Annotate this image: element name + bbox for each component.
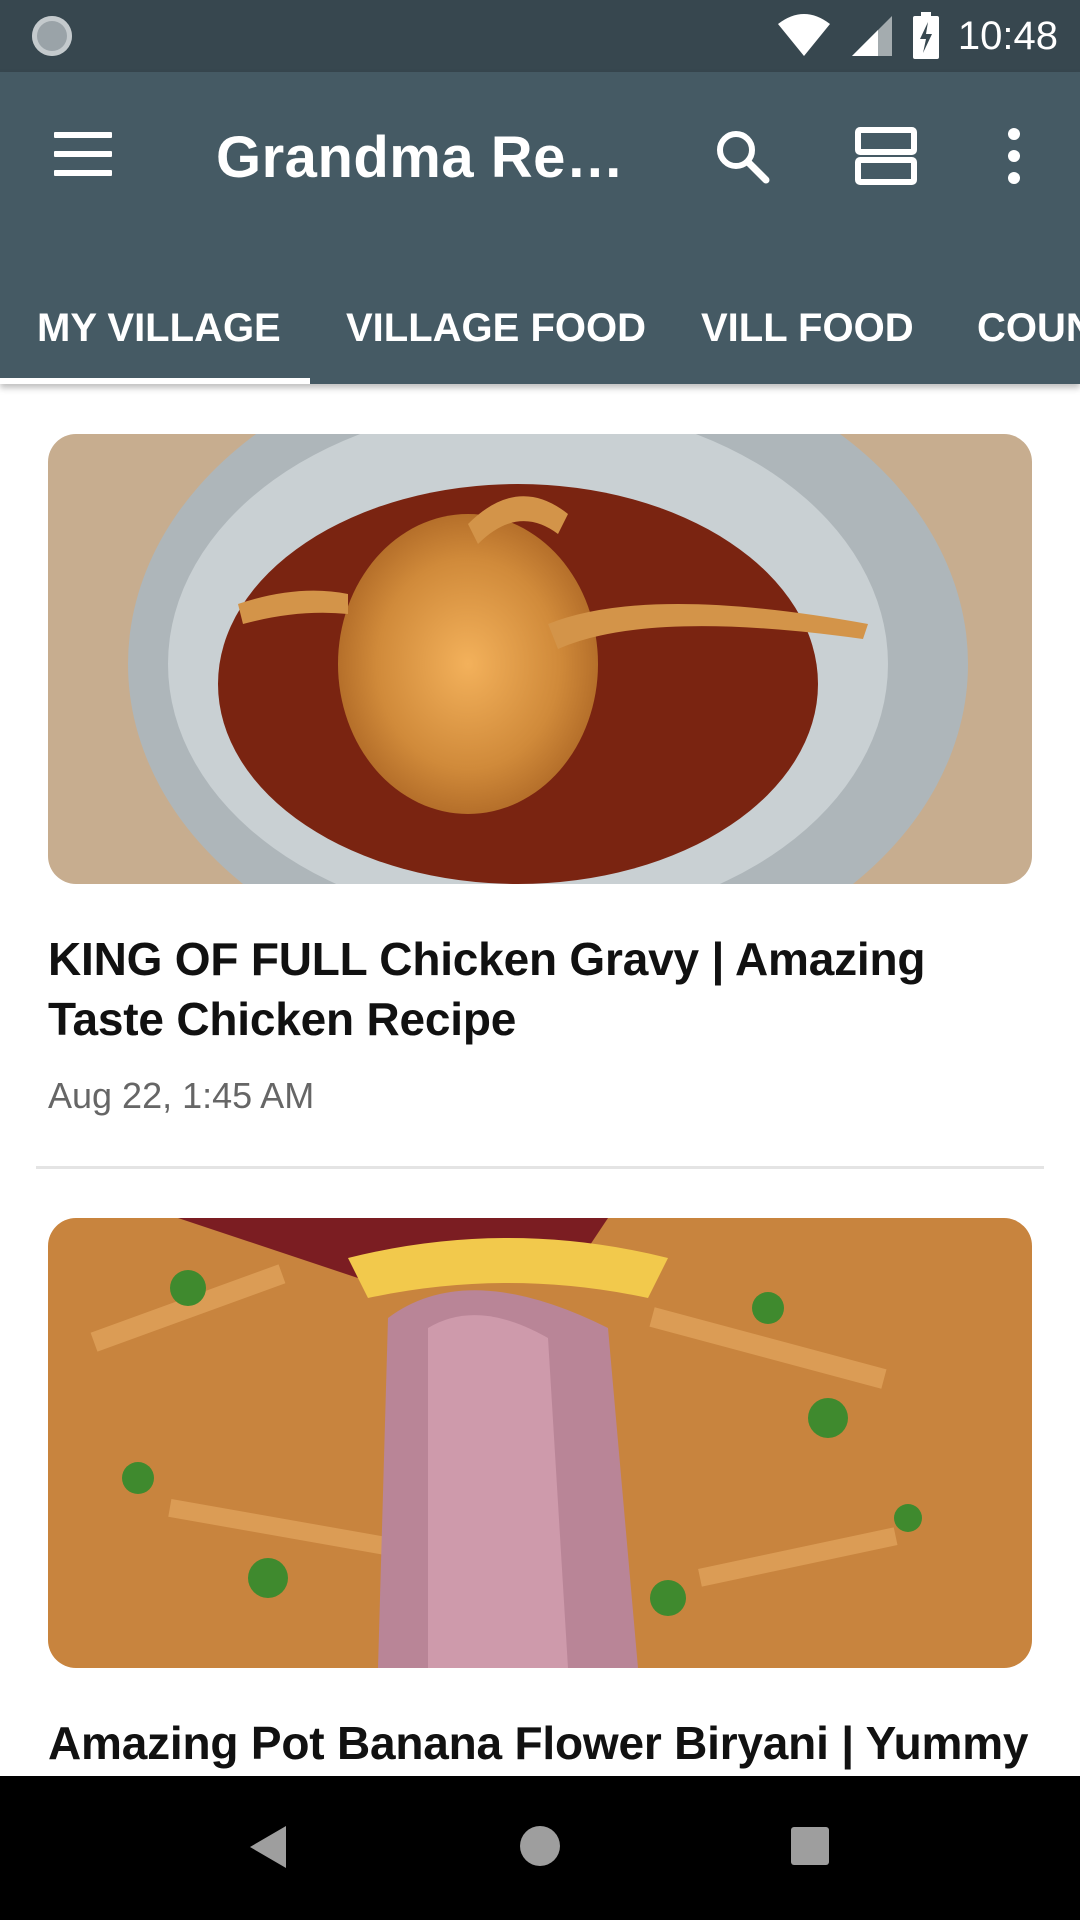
feed-item-time: Aug 22, 1:45 AM bbox=[48, 1075, 315, 1116]
feed-item-title: KING OF FULL Chicken Gravy | Amazing Tas… bbox=[48, 933, 926, 1045]
more-vert-icon[interactable] bbox=[996, 126, 1032, 186]
feed-divider bbox=[36, 1166, 1044, 1169]
navigation-bar bbox=[0, 1776, 1080, 1920]
banana-flower-biryani-thumbnail bbox=[48, 1218, 1032, 1668]
chicken-gravy-thumbnail bbox=[48, 384, 1032, 984]
tab-bar: MY VILLAGE VILLAGE FOOD VILL FOOD COUN bbox=[0, 280, 1080, 384]
feed-item[interactable]: KING OF FULL Chicken Gravy | Amazing Tas… bbox=[48, 384, 1032, 1117]
menu-icon[interactable] bbox=[54, 132, 114, 176]
app-title: Grandma Reci... bbox=[216, 125, 636, 190]
sync-icon bbox=[32, 16, 72, 56]
tab-village-food[interactable]: VILLAGE FOOD bbox=[346, 280, 646, 384]
cell-signal-icon bbox=[851, 16, 892, 56]
status-icons: 10:48 bbox=[776, 0, 1058, 72]
tab-coun[interactable]: COUN bbox=[977, 280, 1080, 384]
battery-charging-icon bbox=[912, 12, 939, 59]
clock-time: 10:48 bbox=[957, 13, 1058, 58]
feed-item-title: Amazing Pot Banana Flower Biryani | Yumm… bbox=[48, 1717, 1029, 1769]
feed-item[interactable]: Amazing Pot Banana Flower Biryani | Yumm… bbox=[48, 1218, 1032, 1773]
tab-my-village[interactable]: MY VILLAGE bbox=[37, 280, 281, 384]
feed-list: KING OF FULL Chicken Gravy | Amazing Tas… bbox=[0, 384, 1080, 1776]
view-toggle-icon[interactable] bbox=[854, 126, 918, 186]
app-bar: Grandma Reci... MY VILLAGE VILLAGE FOOD … bbox=[0, 72, 1080, 384]
wifi-icon bbox=[777, 14, 830, 56]
recents-icon[interactable] bbox=[790, 1826, 830, 1866]
search-icon[interactable] bbox=[712, 126, 772, 186]
back-icon[interactable] bbox=[246, 1824, 292, 1870]
status-bar: 10:48 bbox=[0, 0, 1080, 72]
tab-vill-food[interactable]: VILL FOOD bbox=[701, 280, 914, 384]
home-icon[interactable] bbox=[518, 1824, 562, 1868]
